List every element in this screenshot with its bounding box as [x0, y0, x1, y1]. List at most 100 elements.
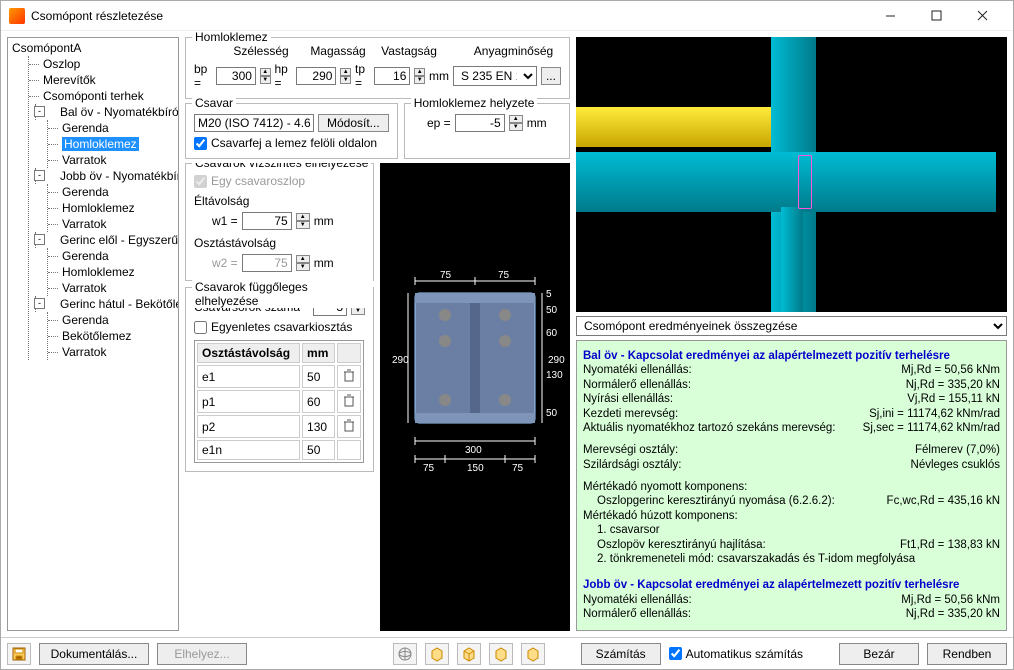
group-bolt: Csavar Módosít... Csavarfej a lemez felö… [185, 103, 398, 159]
modify-bolt-button[interactable]: Módosít... [318, 114, 389, 132]
select-material[interactable]: S 235 EN 10025-2 [453, 66, 537, 86]
tree-leaf[interactable]: Gerenda [48, 248, 176, 264]
tree-leaf-selected[interactable]: Homloklemez [48, 136, 176, 152]
minimize-button[interactable] [867, 1, 913, 31]
header-height: Magasság [302, 44, 374, 58]
tree-leaf[interactable]: Gerenda [48, 184, 176, 200]
tree-leaf[interactable]: Varratok [48, 280, 176, 296]
input-w1[interactable] [242, 212, 292, 230]
label-even: Egyenletes csavarkiosztás [211, 320, 352, 334]
ok-button[interactable]: Rendben [927, 643, 1007, 665]
delete-icon[interactable] [342, 368, 356, 382]
expand-toggle[interactable]: - [34, 298, 45, 309]
header-thickness: Vastagság [378, 44, 440, 58]
input-bolt[interactable] [194, 114, 314, 132]
label-single-col: Egy csavaroszlop [211, 174, 305, 188]
expand-toggle[interactable]: - [34, 170, 45, 181]
plate-preview: 75 75 300 75 150 75 290 [380, 163, 570, 631]
header-material: Anyagminőség [466, 44, 561, 58]
checkbox-head-side[interactable] [194, 137, 207, 150]
view-cube1-icon[interactable] [425, 643, 449, 665]
tree-item-terhek[interactable]: Csomóponti terhek [29, 88, 176, 104]
view-cube2-icon[interactable] [457, 643, 481, 665]
tree-leaf[interactable]: Gerenda [48, 120, 176, 136]
input-tp[interactable] [374, 67, 410, 85]
checkbox-single-col [194, 175, 207, 188]
tree-leaf[interactable]: Varratok [48, 216, 176, 232]
svg-text:75: 75 [440, 270, 452, 281]
results-section-title: Jobb öv - Kapcsolat eredményei az alapér… [583, 578, 1000, 592]
view-globe-icon[interactable] [393, 643, 417, 665]
group-title: Homloklemez helyzete [411, 96, 538, 110]
maximize-button[interactable] [913, 1, 959, 31]
group-title: Csavarok függőleges elhelyezése [192, 280, 373, 308]
label-head-side: Csavarfej a lemez felöli oldalon [211, 136, 377, 150]
label-tp: tp = [355, 62, 370, 90]
close-button[interactable] [959, 1, 1005, 31]
tree-leaf[interactable]: Homloklemez [48, 200, 176, 216]
group-plate-pos: Homloklemez helyzete ep = ▲▼ mm [404, 103, 570, 159]
label-mm: mm [527, 116, 547, 130]
delete-icon[interactable] [342, 393, 356, 407]
tree-leaf[interactable]: Gerenda [48, 312, 176, 328]
results-panel[interactable]: Bal öv - Kapcsolat eredményei az alapért… [576, 340, 1007, 631]
label-ep: ep = [427, 116, 451, 130]
place-button: Elhelyez... [157, 643, 247, 665]
spacing-table[interactable]: Osztástávolságmm e150 p160 p2130 e1n50 [194, 340, 364, 463]
window-title: Csomópont részletezése [31, 9, 867, 23]
spinner[interactable]: ▲▼ [260, 68, 271, 84]
svg-text:150: 150 [467, 463, 484, 474]
svg-text:75: 75 [498, 270, 510, 281]
checkbox-even[interactable] [194, 321, 207, 334]
group-vert: Csavarok függőleges elhelyezése Csavarso… [185, 287, 374, 472]
svg-text:5: 5 [546, 289, 552, 300]
view-cube3-icon[interactable] [489, 643, 513, 665]
group-title: Csavar [192, 96, 236, 110]
auto-compute-check[interactable]: Automatikus számítás [669, 647, 803, 661]
tree-branch-jobb-ov[interactable]: - Jobb öv - Nyomatékbíró homloklemez [35, 168, 176, 184]
table-row: e1n50 [197, 440, 361, 460]
label-mm: mm [429, 69, 449, 83]
render-3d[interactable] [576, 37, 1007, 312]
th-name: Osztástávolság [197, 343, 300, 363]
tree-branch-gerinc-elol[interactable]: - Gerinc elől - Egyszerű nyírt kapcsolat [35, 232, 176, 248]
spinner[interactable]: ▲▼ [340, 68, 351, 84]
tree-leaf[interactable]: Varratok [48, 344, 176, 360]
input-hp[interactable] [296, 67, 336, 85]
svg-text:130: 130 [546, 370, 563, 381]
close-dialog-button[interactable]: Bezár [839, 643, 919, 665]
tree-leaf[interactable]: Varratok [48, 152, 176, 168]
group-plate: Homloklemez Szélesség Magasság Vastagság… [185, 37, 570, 99]
svg-text:290: 290 [548, 355, 565, 366]
app-icon [9, 8, 25, 24]
svg-text:300: 300 [465, 445, 482, 456]
group-title: Homloklemez [192, 31, 271, 44]
tree-item-merevitok[interactable]: Merevítők [29, 72, 176, 88]
view-cube4-icon[interactable] [521, 643, 545, 665]
tree-branch-gerinc-hatul[interactable]: - Gerinc hátul - Bekötőlemezes [35, 296, 176, 312]
group-horiz: Csavarok vízszintes elhelyezése Egy csav… [185, 163, 374, 281]
svg-text:75: 75 [423, 463, 435, 474]
document-button[interactable]: Dokumentálás... [39, 643, 149, 665]
delete-icon[interactable] [342, 418, 356, 432]
results-select[interactable]: Csomópont eredményeinek összegzése [576, 316, 1007, 336]
footer: Dokumentálás... Elhelyez... Számítás Aut… [1, 637, 1013, 669]
tree-root[interactable]: CsomópontA [10, 40, 176, 56]
tree-branch-bal-ov[interactable]: - Bal öv - Nyomatékbíró homloklemez [35, 104, 176, 120]
spinner: ▲▼ [296, 255, 310, 271]
spinner[interactable]: ▲▼ [296, 213, 310, 229]
spinner[interactable]: ▲▼ [509, 115, 523, 131]
save-button[interactable] [7, 643, 31, 665]
input-ep[interactable] [455, 114, 505, 132]
input-bp[interactable] [216, 67, 256, 85]
more-material-button[interactable]: ... [541, 67, 561, 85]
spinner[interactable]: ▲▼ [414, 68, 425, 84]
tree-panel[interactable]: CsomópontA Oszlop Merevítők Csomóponti t… [7, 37, 179, 631]
compute-button[interactable]: Számítás [581, 643, 661, 665]
expand-toggle[interactable]: - [34, 106, 45, 117]
tree-item-oszlop[interactable]: Oszlop [29, 56, 176, 72]
tree-leaf[interactable]: Bekötőlemez [48, 328, 176, 344]
expand-toggle[interactable]: - [34, 234, 45, 245]
tree-leaf[interactable]: Homloklemez [48, 264, 176, 280]
label-w2: w2 = [212, 256, 238, 270]
